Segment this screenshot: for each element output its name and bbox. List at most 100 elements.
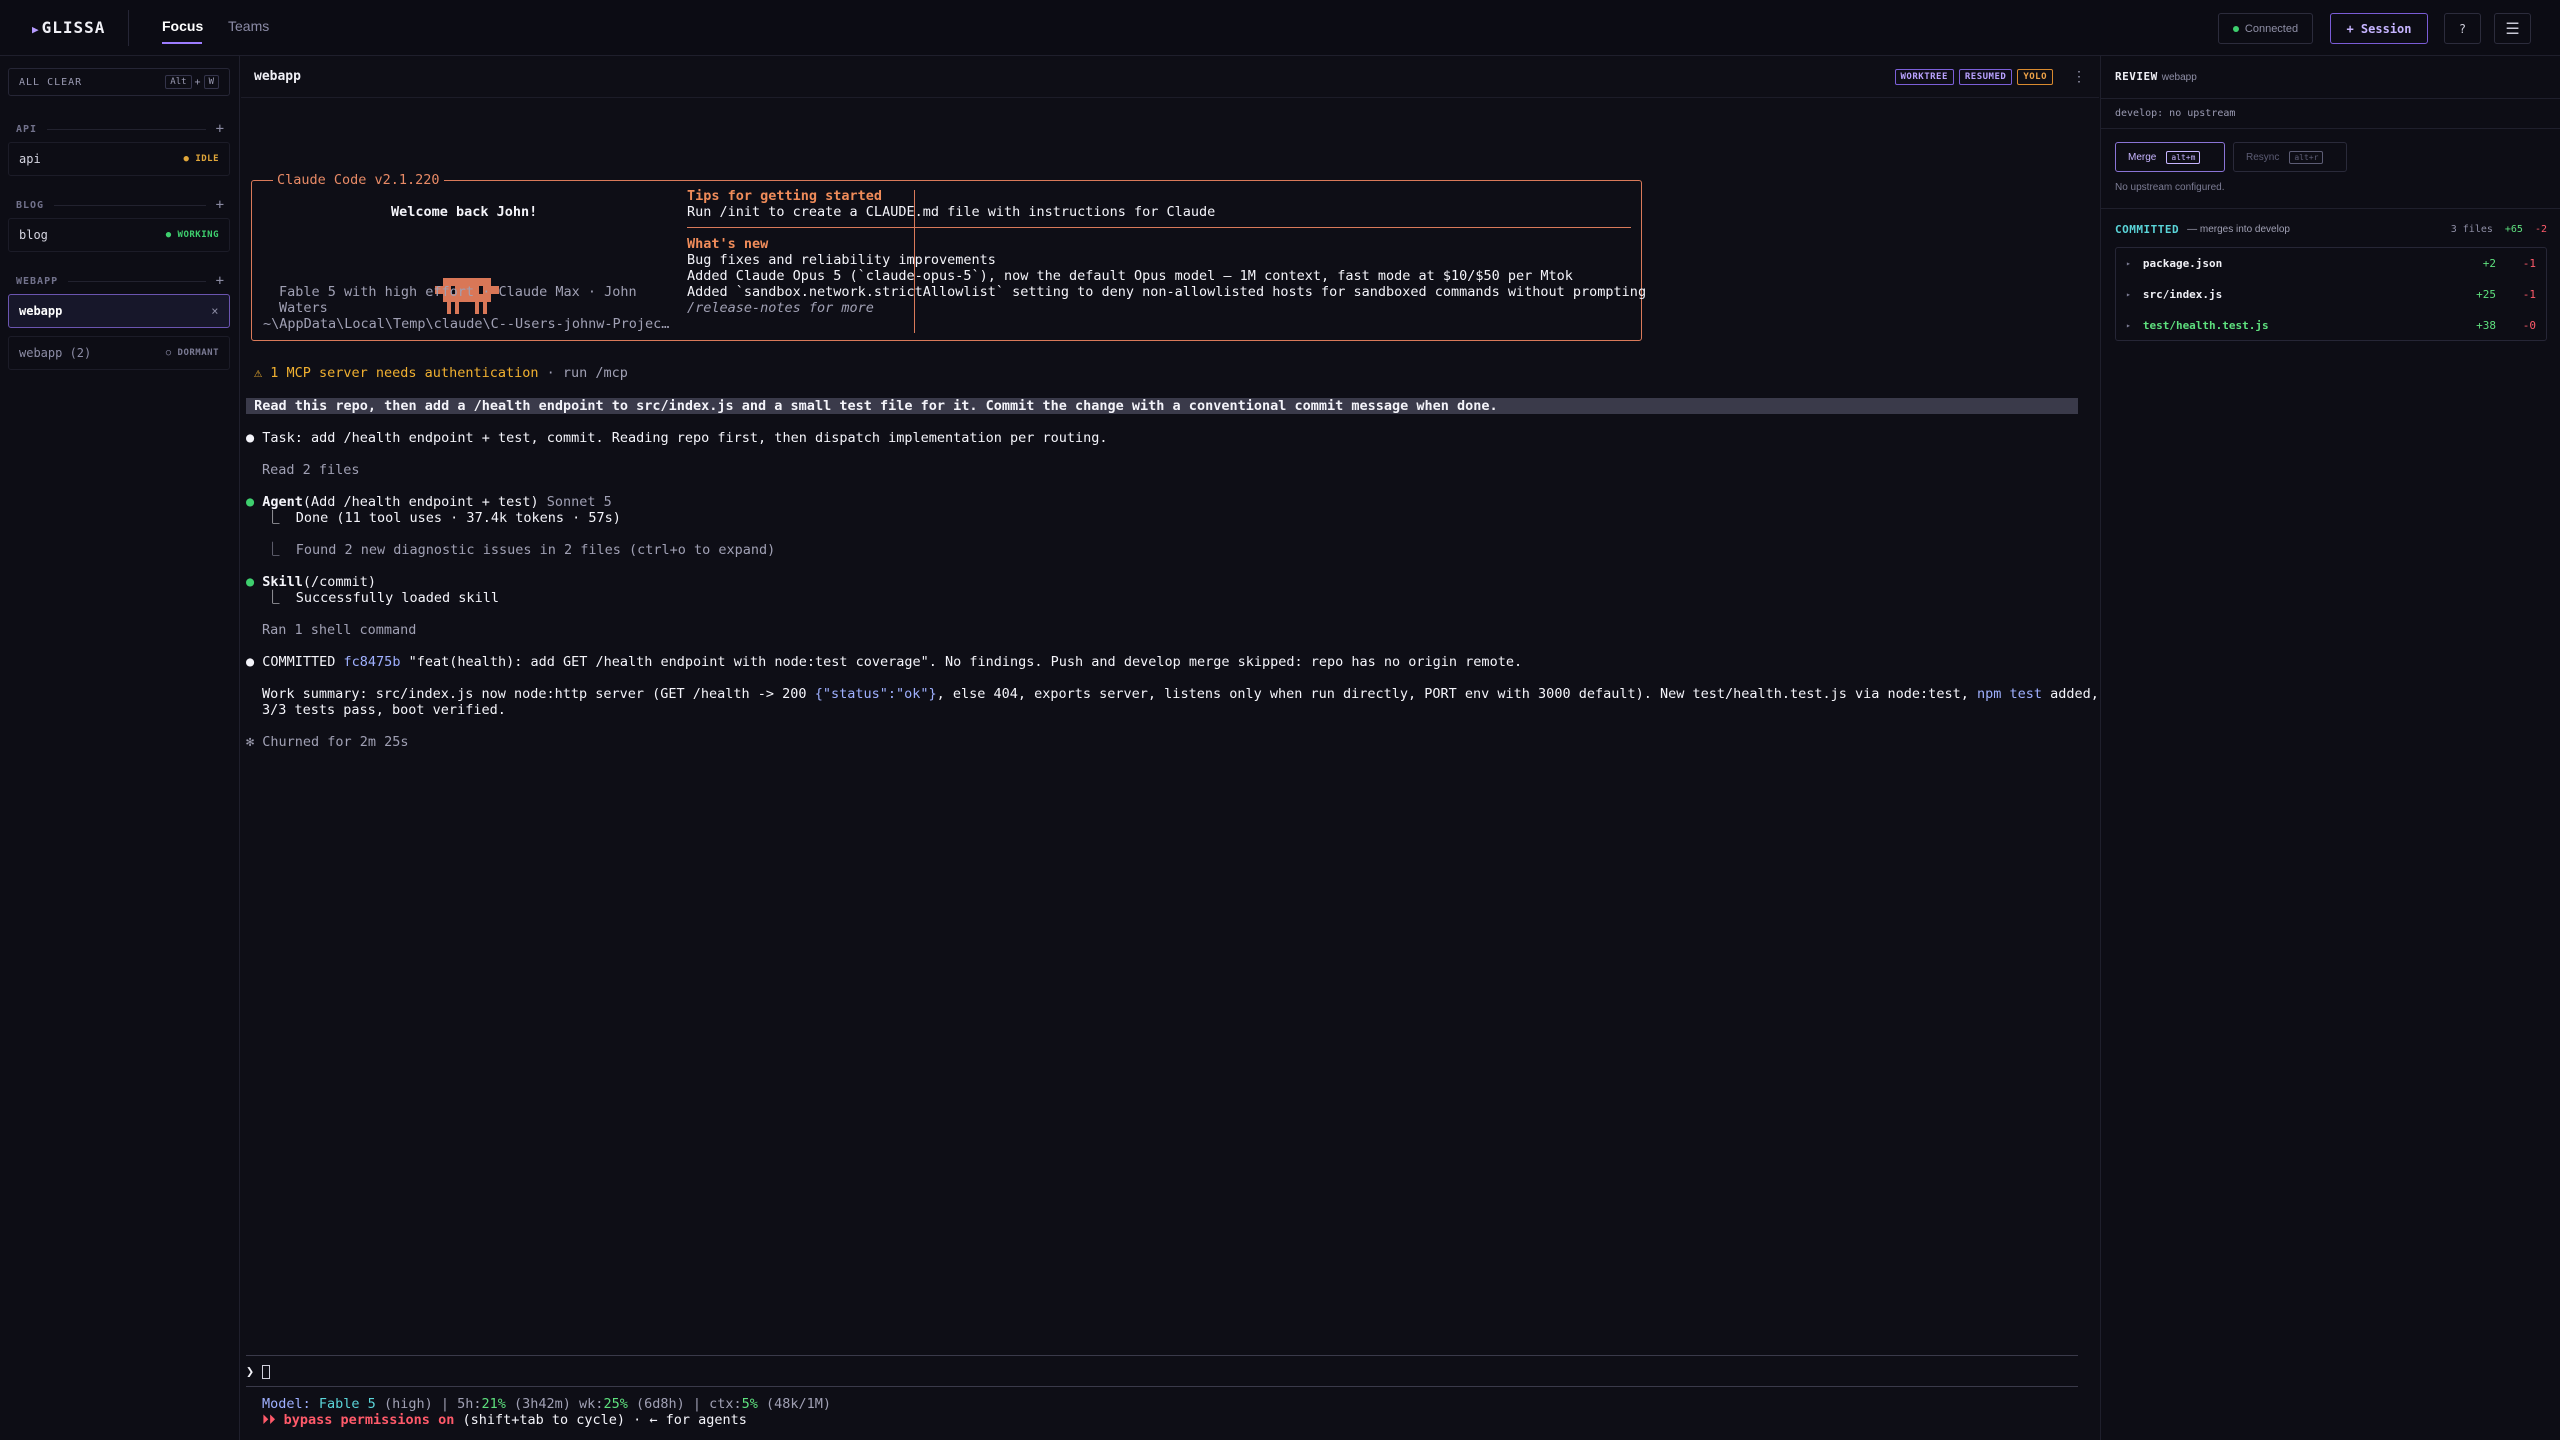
diff-stats: 3 files +65 -2 <box>2451 224 2547 235</box>
skill-line: ● Skill(/commit) <box>246 574 377 590</box>
kbd-plus: + <box>194 76 201 88</box>
sep: wk: <box>570 1396 604 1412</box>
all-clear-button[interactable]: ALL CLEAR Alt + W <box>8 68 230 96</box>
tips-divider <box>687 227 1631 228</box>
model-info-cont: Waters <box>279 300 328 316</box>
model-info: Fable 5 with high effort · Claude Max · … <box>279 284 637 300</box>
shortcut: Alt + W <box>165 75 219 89</box>
menu-icon[interactable]: ☰ <box>2494 13 2531 44</box>
status-badge: ● IDLE <box>183 154 219 164</box>
usage-context: 5% <box>741 1396 758 1412</box>
file-additions: +25 <box>2476 288 2496 301</box>
session-header: webapp WORKTREE RESUMED YOLO ⋮ <box>241 56 2099 98</box>
all-clear-label: ALL CLEAR <box>19 76 83 88</box>
prompt-caret: ❯ <box>246 1364 263 1380</box>
input-line[interactable]: ❯ <box>246 1364 271 1380</box>
skill-result: ⎿ Successfully loaded skill <box>266 590 499 606</box>
review-panel: REVIEW webapp develop: no upstream Merge a… <box>2100 56 2560 1440</box>
changed-files-list: ▸ package.json +2 -1 ▸ src/index.js +25 -1 ▸ te… <box>2115 247 2547 341</box>
agent-line: ● Agent(Add /health endpoint + test) Son… <box>246 494 612 510</box>
work-summary: Work summary: src/index.js now node:http… <box>262 686 2099 702</box>
help-button[interactable]: ? <box>2444 13 2481 44</box>
sidebar-item-webapp[interactable]: webapp × <box>8 294 230 328</box>
logo-text: GLISSA <box>41 18 106 37</box>
session-label: webapp (2) <box>19 346 92 360</box>
summary-text: , else 404, exports server, listens only… <box>936 686 1977 702</box>
file-deletions: -1 <box>2522 257 2536 270</box>
release-notes-hint: /release-notes for more <box>687 300 874 316</box>
summary-text: added, <box>2041 686 2099 702</box>
bypass-icon: ⏵⏵ <box>262 1412 284 1428</box>
sep: | 5h: <box>432 1396 482 1412</box>
sidebar-item-api[interactable]: api ● IDLE <box>8 142 230 176</box>
agent-name: Agent <box>262 494 303 510</box>
time-week: (6d8h) <box>627 1396 685 1412</box>
commit-hash[interactable]: fc8475b <box>344 654 401 670</box>
app-logo[interactable]: ▶ GLISSA <box>32 18 105 37</box>
group-name: WEBAPP <box>16 275 59 287</box>
sep: | ctx: <box>684 1396 742 1412</box>
group-header-webapp: WEBAPP + <box>16 273 224 289</box>
tab-focus[interactable]: Focus <box>162 18 203 34</box>
tips-title: Tips for getting started <box>687 188 883 204</box>
terminal[interactable]: Claude Code v2.1.220 Welcome back John! … <box>241 98 2099 1440</box>
expand-chevron-icon: ▸ <box>2126 290 2131 299</box>
merge-shortcut: alt+m <box>2166 150 2201 164</box>
more-options-icon[interactable]: ⋮ <box>2072 69 2086 85</box>
committed-header: COMMITTED — merges into develop 3 files +… <box>2115 223 2547 236</box>
read-files: Read 2 files <box>262 462 360 478</box>
merges-into: — merges into develop <box>2187 224 2290 235</box>
sidebar: ALL CLEAR Alt + W API + api ● IDLE BLOG + b… <box>0 56 240 1440</box>
input-border-bottom <box>246 1386 2078 1387</box>
top-bar: ▶ GLISSA Focus Teams Connected + Session … <box>0 0 2560 56</box>
tab-teams[interactable]: Teams <box>228 18 269 34</box>
file-row[interactable]: ▸ src/index.js +25 -1 <box>2116 279 2546 310</box>
diagnostics[interactable]: ⎿ Found 2 new diagnostic issues in 2 fil… <box>266 542 775 558</box>
resync-button: Resync alt+r <box>2233 142 2347 172</box>
sidebar-item-blog[interactable]: blog ● WORKING <box>8 218 230 252</box>
upstream-status: develop: no upstream <box>2115 108 2236 119</box>
new-session-button[interactable]: + Session <box>2330 13 2428 44</box>
add-session-icon[interactable]: + <box>216 197 224 213</box>
sidebar-item-webapp-2[interactable]: webapp (2) ○ DORMANT <box>8 336 230 370</box>
divider <box>2101 208 2560 209</box>
no-upstream-note: No upstream configured. <box>2115 182 2225 193</box>
file-name: src/index.js <box>2142 288 2223 301</box>
group-name: BLOG <box>16 199 45 211</box>
add-session-icon[interactable]: + <box>216 121 224 137</box>
kbd-alt: Alt <box>165 75 192 89</box>
skill-name: Skill <box>262 574 303 590</box>
file-name: package.json <box>2142 257 2223 270</box>
task-line: ● Task: add /health endpoint + test, com… <box>246 430 1108 446</box>
file-row[interactable]: ▸ test/health.test.js +38 -0 <box>2116 310 2546 341</box>
news-item: Added Claude Opus 5 (`claude-opus-5`), n… <box>687 268 1573 284</box>
permission-line: ⏵⏵ bypass permissions on (shift+tab to c… <box>262 1412 747 1428</box>
news-item: Added `sandbox.network.strictAllowlist` … <box>687 284 1647 300</box>
badges: WORKTREE RESUMED YOLO ⋮ <box>1894 68 2086 85</box>
close-icon[interactable]: × <box>211 304 219 318</box>
kbd-w: W <box>203 75 219 89</box>
committed-label: COMMITTED <box>2115 223 2180 236</box>
news-item: Bug fixes and reliability improvements <box>687 252 996 268</box>
summary-json: {"status":"ok"} <box>814 686 937 702</box>
mcp-hint: · run /mcp <box>538 365 628 381</box>
merge-label: Merge <box>2128 151 2157 163</box>
expand-chevron-icon: ▸ <box>2126 321 2131 330</box>
file-deletions: -1 <box>2522 288 2536 301</box>
divider <box>2101 128 2560 129</box>
session-label: api <box>19 152 41 166</box>
divider <box>2101 98 2560 99</box>
churned-status: ✻ Churned for 2m 25s <box>246 734 409 750</box>
merge-button[interactable]: Merge alt+m <box>2115 142 2225 172</box>
permission-mode[interactable]: bypass permissions on <box>284 1412 455 1428</box>
input-border-top <box>246 1355 2078 1356</box>
summary-text: Work summary: src/index.js now node:http… <box>262 686 815 702</box>
file-row[interactable]: ▸ package.json +2 -1 <box>2116 248 2546 279</box>
commit-line: ● COMMITTED fc8475b "feat(health): add G… <box>246 654 1523 670</box>
add-session-icon[interactable]: + <box>216 273 224 289</box>
resync-shortcut: alt+r <box>2289 150 2324 164</box>
file-name: test/health.test.js <box>2142 319 2269 332</box>
agent-arg: (Add /health endpoint + test) <box>302 494 539 510</box>
expand-chevron-icon: ▸ <box>2126 259 2131 268</box>
usage-5h: 21% <box>481 1396 506 1412</box>
